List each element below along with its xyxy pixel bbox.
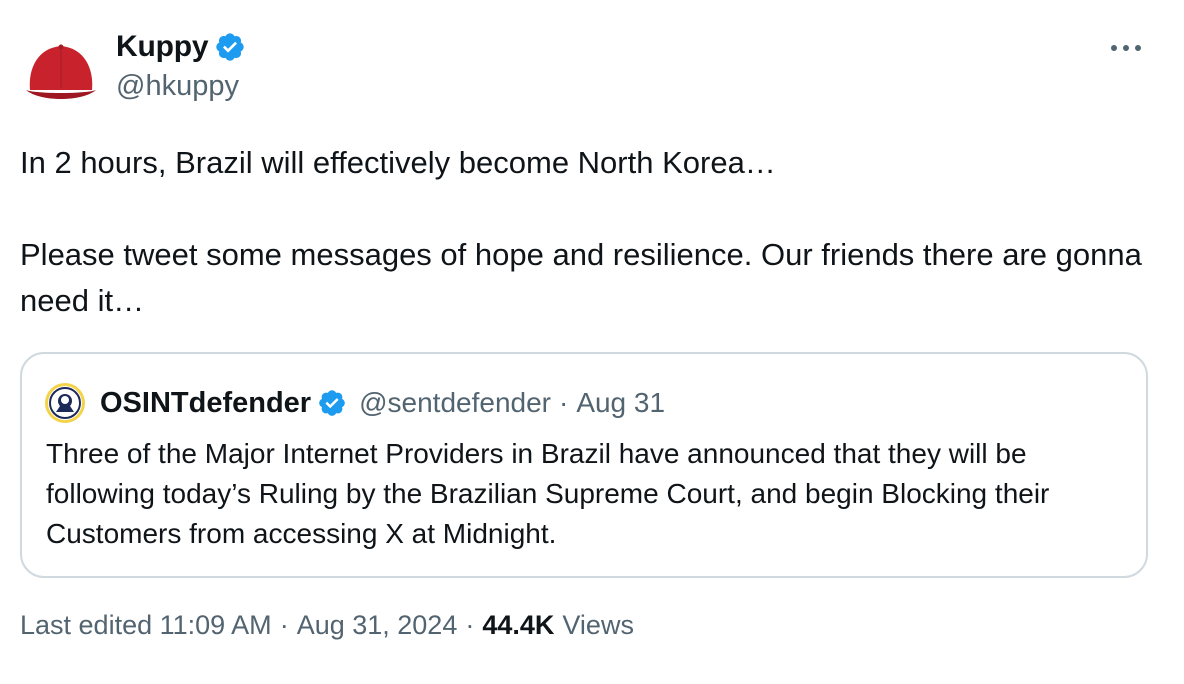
more-options-button[interactable]: [1102, 30, 1150, 66]
views-count: 44.4K: [482, 610, 555, 640]
author-avatar[interactable]: [20, 28, 102, 110]
tweet-text-line: Please tweet some messages of hope and r…: [20, 237, 1142, 318]
tweet-date[interactable]: Aug 31, 2024: [297, 610, 458, 641]
red-hat-icon: [20, 28, 102, 110]
tweet-meta: Last edited 11:09 AM · Aug 31, 2024 · 44…: [20, 610, 634, 641]
quoted-tweet-card[interactable]: OSINTdefender @sentdefender · Aug 31 Thr…: [20, 352, 1148, 578]
author-handle[interactable]: @hkuppy: [116, 70, 239, 103]
quoted-verified-badge-icon: [317, 388, 347, 418]
meta-separator: ·: [279, 610, 289, 640]
meta-separator: ·: [465, 610, 475, 640]
more-dots-icon: [1111, 45, 1141, 51]
verified-badge-icon: [214, 31, 246, 63]
author-name-row: Kuppy: [116, 28, 246, 66]
views-label: Views: [562, 610, 634, 640]
quoted-tweet-text: Three of the Major Internet Providers in…: [46, 438, 1050, 549]
quoted-tweet-header: OSINTdefender @sentdefender · Aug 31: [44, 380, 665, 426]
tweet-text: In 2 hours, Brazil will effectively beco…: [20, 140, 1150, 324]
quoted-date: Aug 31: [576, 387, 666, 418]
quoted-author-avatar: [44, 382, 86, 424]
tweet: Kuppy @hkuppy In 2 hours, Brazil will ef…: [0, 0, 1184, 684]
tweet-text-line: In 2 hours, Brazil will effectively beco…: [20, 145, 776, 180]
quoted-display-name: OSINTdefender: [100, 386, 312, 419]
osint-seal-icon: [45, 383, 85, 423]
quoted-handle: @sentdefender: [359, 387, 551, 418]
author-display-name[interactable]: Kuppy: [116, 30, 209, 64]
quoted-separator: ·: [558, 387, 569, 418]
edited-timestamp-link[interactable]: Last edited 11:09 AM: [20, 610, 272, 641]
